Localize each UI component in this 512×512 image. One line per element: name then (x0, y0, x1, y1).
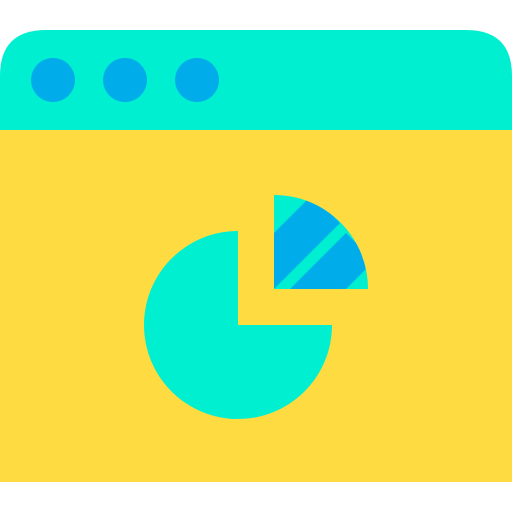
window-title-bar (0, 30, 512, 130)
browser-window-icon (0, 30, 512, 482)
window-dot-3 (175, 58, 219, 102)
window-body (0, 126, 512, 482)
browser-window-illustration (0, 0, 512, 512)
window-dot-2 (103, 58, 147, 102)
window-dot-1 (31, 58, 75, 102)
